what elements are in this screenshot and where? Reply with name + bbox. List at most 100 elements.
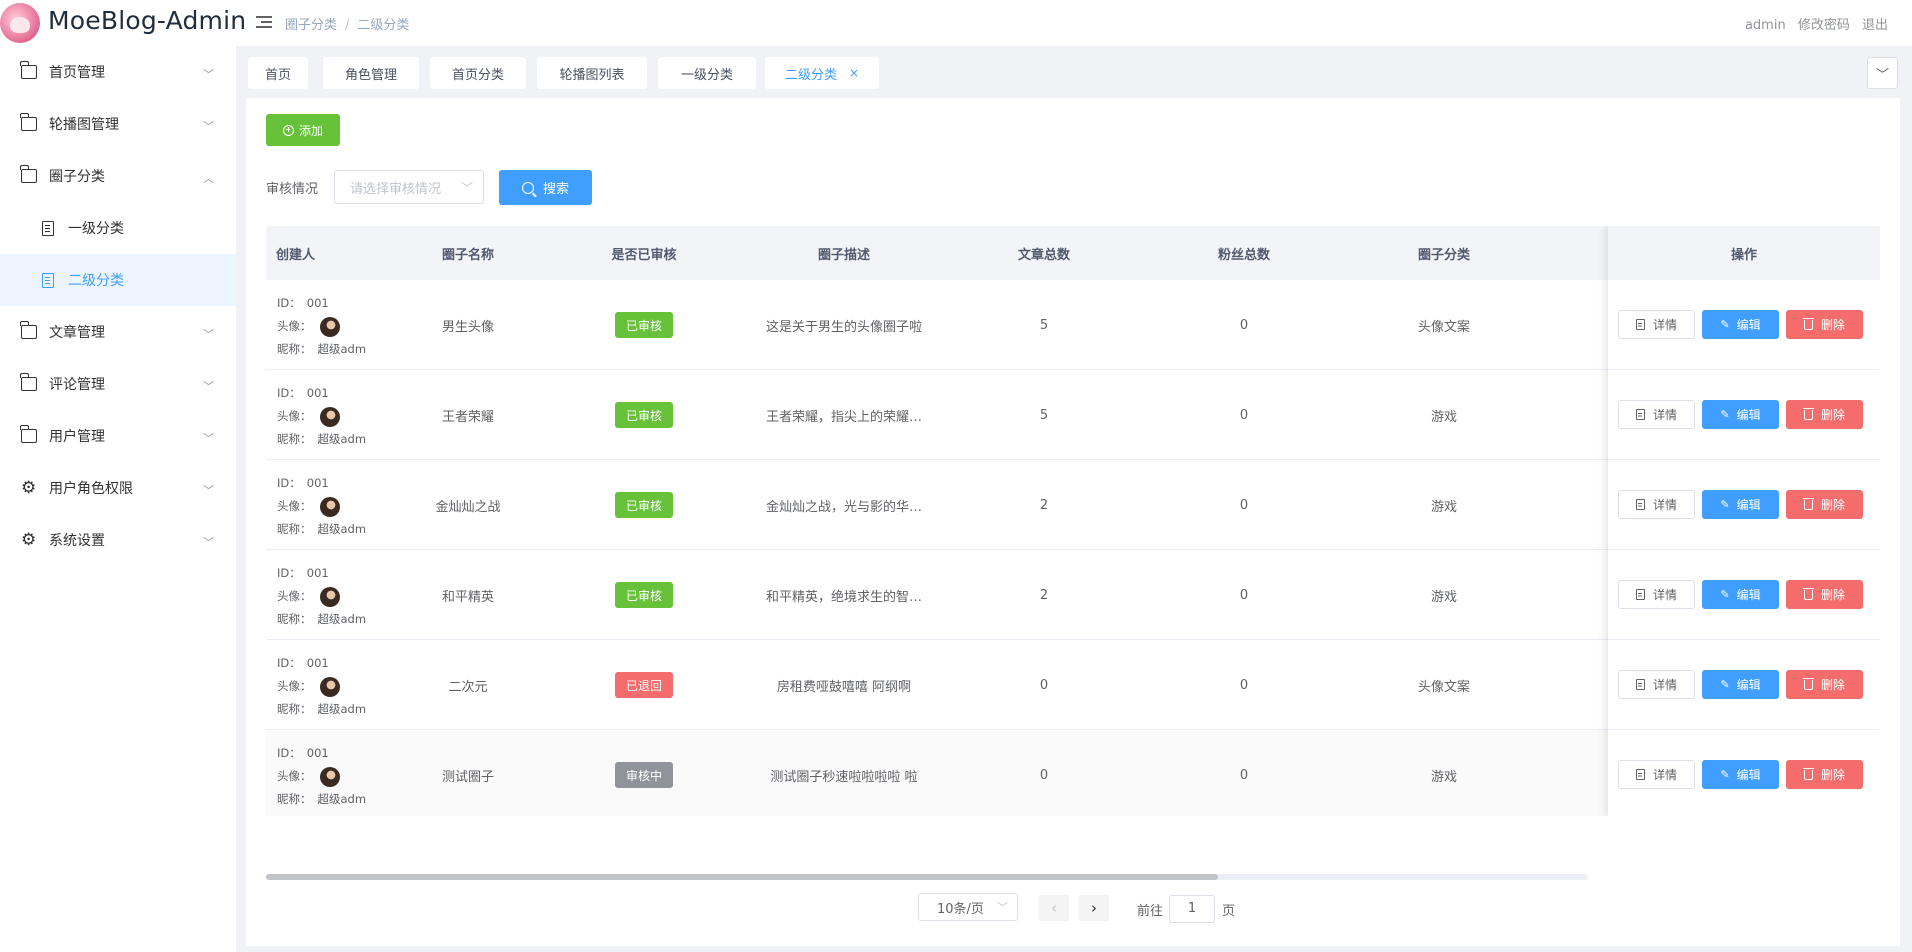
detail-button[interactable]: 详情 [1618, 310, 1695, 339]
goto-page-input[interactable]: 1 [1169, 895, 1215, 923]
name-cell: 和平精英 [441, 589, 494, 605]
sidebar-item-comments[interactable]: 评论管理 ﹀ [0, 358, 236, 410]
actions-row: 详情 ✎ 编辑 删除 [1608, 640, 1880, 730]
tab-role-management[interactable]: 角色管理 [323, 57, 419, 89]
page-size-select[interactable]: 10条/页 ﹀ [918, 893, 1018, 921]
sidebar-subitem-level1[interactable]: 一级分类 [0, 202, 236, 254]
avatar [319, 766, 340, 787]
creator-avatar: 头像： [277, 315, 366, 338]
search-button[interactable]: 搜索 [499, 170, 592, 205]
actions-column: 操作 详情 ✎ 编辑 删除 详情 ✎ 编辑 删除 详情 ✎ 编辑 删除 详情 ✎ 编辑 删除 详情 ✎ 编辑 删除 详情… [1608, 226, 1880, 816]
username[interactable]: admin [1745, 18, 1786, 33]
tab-home-category[interactable]: 首页分类 [430, 57, 526, 89]
main-content: 添加 审核情况 请选择审核情况 ﹀ 搜索 创建人 圈子名称 是否已审核 圈子描述… [246, 98, 1900, 946]
delete-button[interactable]: 删除 [1786, 490, 1863, 519]
scrollbar-thumb[interactable] [266, 874, 1218, 880]
tab-level2-category[interactable]: 二级分类 × [765, 57, 879, 89]
sidebar-item-system-settings[interactable]: ⚙ 系统设置 ﹀ [0, 514, 236, 566]
delete-button[interactable]: 删除 [1786, 310, 1863, 339]
delete-button[interactable]: 删除 [1786, 580, 1863, 609]
status-badge: 审核中 [615, 762, 673, 788]
tab-label: 二级分类 [784, 67, 837, 83]
actions-row: 详情 ✎ 编辑 删除 [1608, 280, 1880, 370]
tabs-dropdown-button[interactable]: ﹀ [1867, 57, 1898, 89]
add-button-label: 添加 [298, 123, 323, 138]
goto-label: 前往 [1137, 904, 1164, 919]
creator-nickname: 昵称： 超级adm [277, 702, 367, 716]
sidebar-item-circle-category[interactable]: 圈子分类 ︿ [0, 150, 236, 202]
edit-pencil-icon: ✎ [1720, 768, 1730, 781]
creator-nickname: 昵称： 超级adm [277, 432, 367, 446]
sidebar-subitem-level2[interactable]: 二级分类 [0, 254, 236, 306]
chevron-down-icon: ﹀ [203, 68, 214, 81]
trash-icon [1802, 407, 1814, 420]
edit-button[interactable]: ✎ 编辑 [1702, 760, 1779, 789]
creator-cell: ID： 001 头像： 昵称： 超级adm [277, 562, 366, 631]
creator-nickname: 昵称： 超级adm [277, 792, 367, 806]
edit-button[interactable]: ✎ 编辑 [1702, 490, 1779, 519]
delete-button[interactable]: 删除 [1786, 400, 1863, 429]
edit-pencil-icon: ✎ [1720, 588, 1730, 601]
articles-cell: 0 [1039, 767, 1049, 783]
review-filter-label: 审核情况 [266, 182, 319, 197]
description-cell: 房租费哑鼓嘻嘻 阿纲啊 [776, 679, 912, 695]
chevron-down-icon: ﹀ [1875, 67, 1889, 83]
sidebar-item-carousel[interactable]: 轮播图管理 ﹀ [0, 98, 236, 150]
edit-button[interactable]: ✎ 编辑 [1702, 400, 1779, 429]
column-header: 文章总数 [1017, 247, 1070, 263]
status-cell: 已审核 [544, 370, 744, 460]
document-icon [1635, 499, 1645, 510]
breadcrumb-item[interactable]: 圈子分类 [285, 18, 337, 33]
chevron-down-icon: ﹀ [203, 484, 214, 497]
document-icon [1635, 769, 1645, 780]
tab-level1-category[interactable]: 一级分类 [658, 57, 756, 89]
column-header: 圈子分类 [1417, 247, 1470, 263]
detail-button[interactable]: 详情 [1618, 670, 1695, 699]
chevron-down-icon: ﹀ [203, 380, 214, 393]
sidebar-item-articles[interactable]: 文章管理 ﹀ [0, 306, 236, 358]
fans-cell: 0 [1239, 767, 1249, 783]
description-cell: 金灿灿之战，光与影的华… [765, 499, 922, 515]
table-horizontal-scrollbar[interactable] [266, 874, 1588, 880]
fans-cell: 0 [1239, 497, 1249, 513]
edit-button[interactable]: ✎ 编辑 [1702, 580, 1779, 609]
top-header: MoeBlog-Admin 圈子分类 / 二级分类 admin 修改密码 退出 [0, 0, 1912, 46]
name-cell: 二次元 [448, 679, 488, 695]
category-cell: 头像文案 [1417, 679, 1470, 695]
chevron-right-icon: › [1091, 899, 1097, 917]
creator-cell: ID： 001 头像： 昵称： 超级adm [277, 292, 366, 361]
sidebar-item-user-roles[interactable]: ⚙ 用户角色权限 ﹀ [0, 462, 236, 514]
sidebar-toggle-icon[interactable] [256, 14, 272, 30]
status-badge: 已审核 [615, 402, 673, 428]
delete-button[interactable]: 删除 [1786, 670, 1863, 699]
review-status-select[interactable]: 请选择审核情况 ﹀ [334, 170, 484, 204]
detail-button[interactable]: 详情 [1618, 490, 1695, 519]
actions-row: 详情 ✎ 编辑 删除 [1608, 370, 1880, 460]
edit-button[interactable]: ✎ 编辑 [1702, 670, 1779, 699]
edit-pencil-icon: ✎ [1720, 318, 1730, 331]
next-page-button[interactable]: › [1079, 895, 1109, 921]
name-cell: 金灿灿之战 [435, 499, 501, 515]
sidebar-item-home[interactable]: 首页管理 ﹀ [0, 46, 236, 98]
delete-button[interactable]: 删除 [1786, 760, 1863, 789]
change-password-link[interactable]: 修改密码 [1798, 18, 1850, 33]
fans-cell: 0 [1239, 407, 1249, 423]
close-icon[interactable]: × [849, 66, 859, 80]
detail-button[interactable]: 详情 [1618, 580, 1695, 609]
column-header: 创建人 [276, 247, 316, 263]
column-header: 是否已审核 [611, 247, 677, 263]
folder-icon [20, 321, 37, 339]
tab-carousel-list[interactable]: 轮播图列表 [537, 57, 647, 89]
add-button[interactable]: 添加 [266, 114, 340, 146]
sidebar-item-label: 轮播图管理 [49, 117, 119, 133]
avatar [319, 406, 340, 427]
detail-button[interactable]: 详情 [1618, 760, 1695, 789]
detail-button[interactable]: 详情 [1618, 400, 1695, 429]
tab-home[interactable]: 首页 [248, 57, 308, 89]
prev-page-button[interactable]: ‹ [1039, 895, 1069, 921]
edit-button[interactable]: ✎ 编辑 [1702, 310, 1779, 339]
creator-cell: ID： 001 头像： 昵称： 超级adm [277, 382, 366, 451]
logout-link[interactable]: 退出 [1862, 18, 1888, 33]
trash-icon [1802, 767, 1814, 780]
sidebar-item-users[interactable]: 用户管理 ﹀ [0, 410, 236, 462]
